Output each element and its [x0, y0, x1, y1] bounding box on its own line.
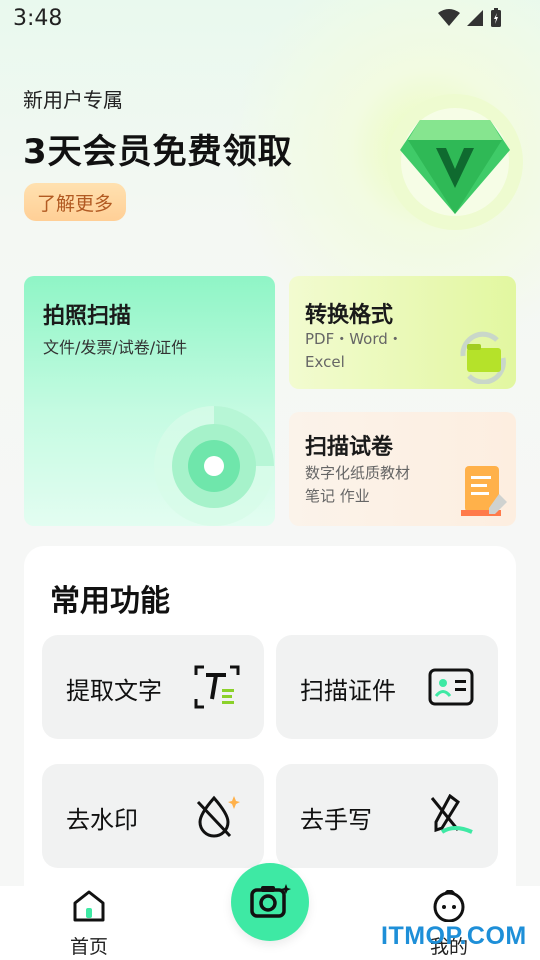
remove-watermark-icon: [196, 795, 240, 838]
convert-format-card[interactable]: 转换格式 PDF・Word・ Excel: [289, 276, 516, 389]
vip-diamond-icon[interactable]: [380, 92, 530, 232]
tab-home[interactable]: 首页: [60, 888, 120, 958]
extract-text-button[interactable]: 提取文字: [42, 635, 264, 739]
scan-exam-desc-line1: 数字化纸质教材: [305, 464, 411, 482]
scan-target-icon: [154, 406, 274, 526]
photo-scan-card[interactable]: 拍照扫描 文件/发票/试卷/证件: [24, 276, 275, 526]
convert-format-desc-line1: PDF・Word・: [305, 330, 403, 348]
common-functions-title: 常用功能: [50, 584, 170, 619]
status-time: 3:48: [13, 6, 63, 31]
text-extract-icon: [194, 665, 240, 709]
learn-more-button[interactable]: 了解更多: [24, 183, 126, 221]
remove-handwriting-label: 去手写: [300, 806, 372, 834]
scan-id-label: 扫描证件: [300, 677, 396, 705]
home-icon: [73, 890, 105, 922]
promo-subtitle: 新用户专属: [23, 88, 123, 112]
scan-exam-title: 扫描试卷: [305, 435, 394, 460]
photo-scan-title: 拍照扫描: [43, 304, 132, 329]
extract-text-label: 提取文字: [66, 677, 162, 705]
photo-scan-desc: 文件/发票/试卷/证件: [43, 338, 188, 357]
convert-format-desc: PDF・Word・ Excel: [305, 328, 403, 374]
status-icons: [438, 8, 502, 28]
wifi-icon: [438, 9, 460, 26]
promo-title[interactable]: 3天会员免费领取: [23, 124, 293, 173]
scan-exam-desc: 数字化纸质教材 笔记 作业: [305, 462, 410, 508]
profile-icon: [433, 890, 465, 922]
common-functions-panel: 常用功能 提取文字 扫描证件 去水印 去手写: [24, 546, 516, 906]
battery-icon: [491, 8, 501, 27]
convert-format-title: 转换格式: [305, 303, 394, 328]
camera-icon: [250, 884, 291, 918]
remove-watermark-label: 去水印: [66, 806, 138, 834]
remove-watermark-button[interactable]: 去水印: [42, 764, 264, 868]
scan-id-button[interactable]: 扫描证件: [276, 635, 498, 739]
remove-handwriting-button[interactable]: 去手写: [276, 764, 498, 868]
folder-convert-icon: [460, 331, 506, 384]
scan-exam-card[interactable]: 扫描试卷 数字化纸质教材 笔记 作业: [289, 412, 516, 526]
id-card-icon: [428, 668, 474, 706]
signal-icon: [467, 10, 483, 26]
exam-paper-icon: [461, 466, 507, 516]
site-watermark: ITMOP.COM: [381, 922, 527, 950]
remove-handwriting-icon: [430, 794, 473, 834]
camera-scan-button[interactable]: [231, 863, 309, 941]
tab-home-label: 首页: [70, 936, 109, 958]
status-bar: 3:48: [0, 0, 540, 38]
convert-format-desc-line2: Excel: [305, 353, 345, 371]
scan-exam-desc-line2: 笔记 作业: [305, 487, 370, 505]
